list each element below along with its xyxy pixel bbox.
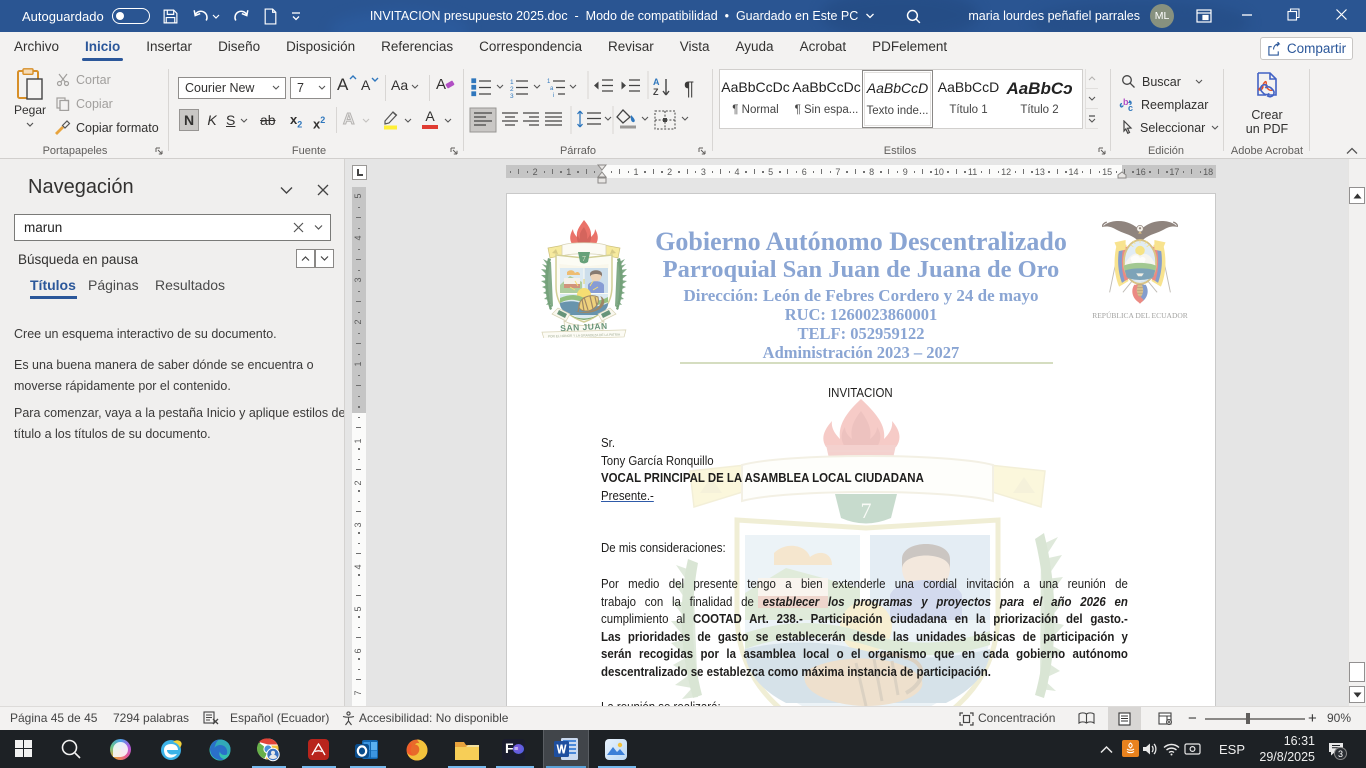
svg-text:a: a (550, 86, 554, 92)
svg-text:1: 1 (510, 79, 514, 86)
svg-text:Z: Z (653, 87, 659, 97)
svg-text:A: A (653, 77, 660, 87)
svg-text:3: 3 (510, 93, 514, 100)
svg-text:i: i (553, 93, 554, 99)
svg-text:1: 1 (547, 79, 551, 85)
svg-text:¶: ¶ (684, 79, 694, 100)
svg-text:2: 2 (510, 86, 514, 93)
